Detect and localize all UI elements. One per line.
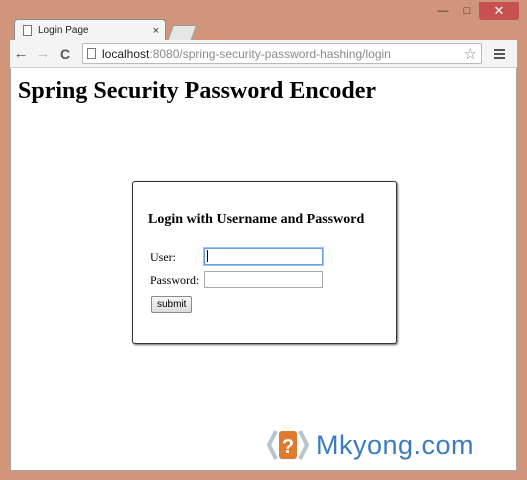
password-label: Password: <box>150 273 200 287</box>
watermark-text: Mkyong.com <box>316 429 475 460</box>
browser-window: — □ ✕ Login Page × ← → C localhost:8080/… <box>0 0 527 480</box>
login-form: Login with Username and Password User: P… <box>132 181 397 344</box>
maximize-button[interactable]: □ <box>455 2 479 20</box>
tab-login-page[interactable]: Login Page × <box>14 19 166 41</box>
tab-close-icon[interactable]: × <box>153 25 159 37</box>
reload-button[interactable]: C <box>54 43 76 65</box>
mkyong-watermark: ? Mkyong.com <box>266 427 474 463</box>
submit-button[interactable]: submit <box>151 296 193 313</box>
page-icon <box>23 25 32 36</box>
svg-text:?: ? <box>282 436 294 458</box>
address-bar[interactable]: localhost:8080/spring-security-password-… <box>82 43 482 64</box>
url-host: localhost <box>102 46 150 61</box>
url-path: :8080/spring-security-password-hashing/l… <box>149 46 391 61</box>
browser-toolbar: ← → C localhost:8080/spring-security-pas… <box>10 40 517 68</box>
menu-icon[interactable] <box>488 48 510 59</box>
page-info-icon[interactable] <box>87 48 96 59</box>
forward-button[interactable]: → <box>32 43 54 65</box>
back-button[interactable]: ← <box>10 43 32 65</box>
bookmark-star-icon[interactable]: ☆ <box>464 45 477 63</box>
password-input[interactable] <box>204 271 323 288</box>
url-text[interactable]: localhost:8080/spring-security-password-… <box>102 47 464 61</box>
page-title: Spring Security Password Encoder <box>18 78 377 104</box>
tab-title: Login Page <box>38 25 89 36</box>
login-heading: Login with Username and Password <box>148 212 365 227</box>
mkyong-logo-icon: ? <box>266 427 310 463</box>
window-controls: — □ ✕ <box>431 2 519 22</box>
page-viewport: Spring Security Password Encoder Login w… <box>10 68 517 471</box>
username-input[interactable] <box>204 248 323 265</box>
close-window-button[interactable]: ✕ <box>479 2 519 20</box>
user-label: User: <box>150 250 176 264</box>
text-cursor <box>207 250 208 262</box>
minimize-button[interactable]: — <box>431 2 455 20</box>
